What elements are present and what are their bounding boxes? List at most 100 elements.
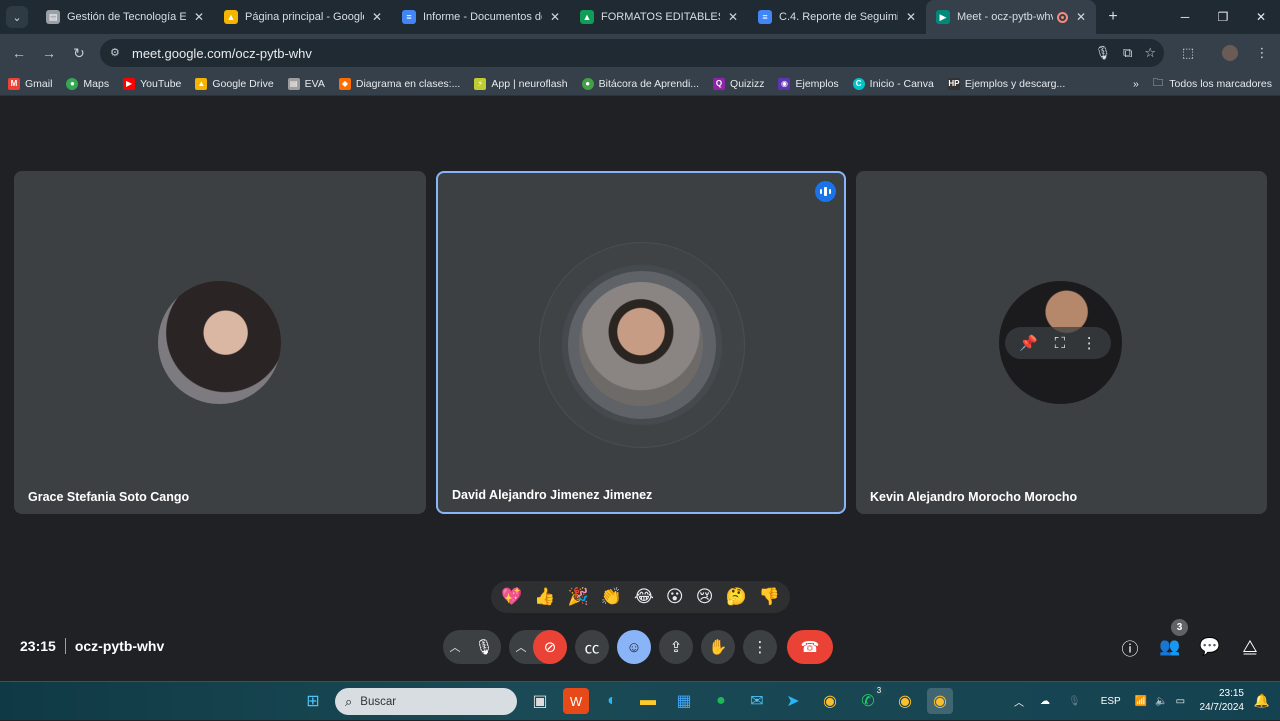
telegram-icon[interactable]: ➤ bbox=[780, 688, 806, 714]
microphone-button[interactable]: 🎙 bbox=[467, 630, 501, 664]
reaction-surprised[interactable]: 😮 bbox=[666, 587, 684, 607]
bookmark-label: YouTube bbox=[140, 77, 182, 90]
activities-icon[interactable]: ⧋ bbox=[1237, 634, 1263, 660]
close-icon[interactable]: ✕ bbox=[1074, 10, 1088, 24]
bookmark-item[interactable]: ◉ Ejemplos bbox=[778, 77, 839, 90]
taskbar-search[interactable]: ⌕ Buscar bbox=[335, 688, 517, 715]
back-icon[interactable]: ← bbox=[4, 38, 34, 68]
leave-call-button[interactable]: ☎ bbox=[787, 630, 833, 664]
close-icon[interactable]: ✕ bbox=[904, 10, 918, 24]
browser-tab[interactable]: ▤ Gestión de Tecnología Edu ✕ bbox=[36, 0, 214, 34]
frame-icon[interactable]: ⛶ bbox=[1055, 335, 1066, 352]
bookmark-item[interactable]: Q Quizizz bbox=[713, 77, 765, 90]
browser-tab[interactable]: ≡ Informe - Documentos de G ✕ bbox=[392, 0, 570, 34]
present-screen-button[interactable]: ⇪ bbox=[659, 630, 693, 664]
reaction-thumbs-up[interactable]: 👍 bbox=[534, 587, 555, 607]
windows-start-icon[interactable]: ⊞ bbox=[300, 688, 326, 714]
file-explorer-icon[interactable]: ▬ bbox=[635, 688, 661, 714]
store-icon[interactable]: ▦ bbox=[671, 688, 697, 714]
more-options-button[interactable]: ⋮ bbox=[743, 630, 777, 664]
pin-icon[interactable]: 📌 bbox=[1019, 334, 1038, 352]
close-icon[interactable]: ✕ bbox=[548, 10, 562, 24]
participant-tile[interactable]: Grace Stefania Soto Cango bbox=[14, 171, 426, 514]
more-options-icon[interactable]: ⋮ bbox=[1082, 334, 1097, 352]
close-icon[interactable]: ✕ bbox=[192, 10, 206, 24]
bookmark-item[interactable]: ● Bitácora de Aprendi... bbox=[581, 77, 700, 90]
bookmark-item[interactable]: M Gmail bbox=[8, 77, 52, 90]
task-view-icon[interactable]: ▣ bbox=[527, 688, 553, 714]
reaction-sad[interactable]: 😢 bbox=[696, 587, 714, 607]
bookmark-item[interactable]: ▤ EVA bbox=[287, 77, 325, 90]
chrome-profile-icon[interactable]: ◉ bbox=[892, 688, 918, 714]
wifi-icon[interactable]: 📶 bbox=[1135, 696, 1147, 707]
open-in-icon[interactable]: ⧉ bbox=[1123, 45, 1132, 61]
browser-tab[interactable]: ▲ FORMATOS EDITABLES - G ✕ bbox=[570, 0, 748, 34]
reaction-laugh[interactable]: 😂 bbox=[634, 587, 654, 607]
site-info-icon[interactable]: ⚙ bbox=[110, 46, 124, 60]
wps-office-icon[interactable]: W bbox=[563, 688, 589, 714]
bookmark-item[interactable]: ● Maps bbox=[66, 77, 109, 90]
reaction-party[interactable]: 🎉 bbox=[568, 587, 589, 607]
chevron-up-icon[interactable]: ︿ bbox=[443, 630, 467, 664]
meeting-details-icon[interactable]: ⓘ bbox=[1117, 634, 1143, 660]
chat-icon[interactable]: 💬 bbox=[1197, 634, 1223, 660]
browser-tab[interactable]: ≡ C.4. Reporte de Seguimien ✕ bbox=[748, 0, 926, 34]
volume-icon[interactable]: 🔈 bbox=[1155, 696, 1167, 707]
forward-icon[interactable]: → bbox=[34, 38, 64, 68]
reaction-thumbs-down[interactable]: 👎 bbox=[759, 587, 780, 607]
menu-icon[interactable]: ⋮ bbox=[1248, 34, 1276, 72]
maps-icon: ● bbox=[66, 77, 79, 90]
raise-hand-button[interactable]: ✋ bbox=[701, 630, 735, 664]
chrome-icon[interactable]: ◉ bbox=[817, 688, 843, 714]
bookmark-label: Inicio - Canva bbox=[869, 77, 934, 90]
mail-icon[interactable]: ✉ bbox=[744, 688, 770, 714]
profile-avatar[interactable] bbox=[1216, 34, 1244, 72]
reaction-thinking[interactable]: 🤔 bbox=[726, 587, 747, 607]
bookmark-item[interactable]: ▶ YouTube bbox=[123, 77, 182, 90]
edge-icon[interactable]: ◐ bbox=[599, 688, 625, 714]
bookmark-item[interactable]: ⚡ App | neuroflash bbox=[474, 77, 568, 90]
reaction-clap[interactable]: 👏 bbox=[601, 587, 622, 607]
extensions-icon[interactable]: ⬚ bbox=[1174, 34, 1202, 72]
camera-off-button[interactable]: ⊘ bbox=[533, 630, 567, 664]
battery-icon[interactable]: ▭ bbox=[1176, 696, 1185, 707]
bookmark-item[interactable]: HP Ejemplos y descarg... bbox=[947, 77, 1065, 90]
tab-search-button[interactable]: ⌄ bbox=[6, 6, 28, 28]
captions-button[interactable]: ㏄ bbox=[575, 630, 609, 664]
language-indicator[interactable]: ESP bbox=[1101, 696, 1121, 707]
participant-name: Grace Stefania Soto Cango bbox=[28, 490, 190, 504]
maximize-icon[interactable]: ❐ bbox=[1204, 0, 1242, 34]
reload-icon[interactable]: ↻ bbox=[64, 38, 94, 68]
browser-tab-active[interactable]: ▶ Meet - ocz-pytb-whv ✕ bbox=[926, 0, 1096, 34]
bookmark-item[interactable]: ◆ Diagrama en clases:... bbox=[338, 77, 460, 90]
onedrive-icon[interactable]: ☁ bbox=[1040, 696, 1050, 707]
all-bookmarks-folder[interactable]: 🗀 Todos los marcadores bbox=[1153, 75, 1272, 93]
participant-name: David Alejandro Jimenez Jimenez bbox=[452, 488, 653, 502]
reaction-heart[interactable]: 💖 bbox=[501, 587, 522, 607]
close-icon[interactable]: ✕ bbox=[370, 10, 384, 24]
system-clock[interactable]: 23:15 24/7/2024 bbox=[1200, 687, 1245, 715]
participant-tile-speaking[interactable]: David Alejandro Jimenez Jimenez bbox=[436, 171, 846, 514]
emoji-reactions-button[interactable]: ☺ bbox=[617, 630, 651, 664]
bookmark-star-icon[interactable]: ☆ bbox=[1144, 45, 1156, 61]
bookmark-item[interactable]: C Inicio - Canva bbox=[852, 77, 934, 90]
microphone-icon[interactable]: 🎙 bbox=[1095, 45, 1112, 61]
address-bar[interactable]: ⚙ meet.google.com/ocz-pytb-whv 🎙 ⧉ ☆ bbox=[100, 39, 1164, 67]
spotify-icon[interactable]: ● bbox=[708, 688, 734, 714]
notifications-icon[interactable]: 🔔 bbox=[1250, 689, 1274, 713]
chrome-active-icon[interactable]: ◉ bbox=[927, 688, 953, 714]
chevron-up-icon[interactable]: ︿ bbox=[509, 630, 533, 664]
close-icon[interactable]: ✕ bbox=[726, 10, 740, 24]
minimize-icon[interactable]: ─ bbox=[1166, 0, 1204, 34]
bookmark-item[interactable]: ▲ Google Drive bbox=[195, 77, 274, 90]
new-tab-button[interactable]: + bbox=[1100, 8, 1126, 26]
chevron-up-icon[interactable]: ︿ bbox=[1014, 694, 1024, 709]
people-icon[interactable]: 👥 bbox=[1157, 634, 1183, 660]
bookmark-label: Bitácora de Aprendi... bbox=[598, 77, 700, 90]
whatsapp-icon[interactable]: ✆ 3 bbox=[855, 684, 885, 714]
close-window-icon[interactable]: ✕ bbox=[1242, 0, 1280, 34]
more-bookmarks-icon[interactable]: » bbox=[1133, 78, 1139, 90]
browser-tab[interactable]: ▲ Página principal - Google D ✕ bbox=[214, 0, 392, 34]
microphone-tray-icon[interactable]: 🎙 bbox=[1068, 696, 1081, 707]
bookmark-label: Quizizz bbox=[730, 77, 765, 90]
